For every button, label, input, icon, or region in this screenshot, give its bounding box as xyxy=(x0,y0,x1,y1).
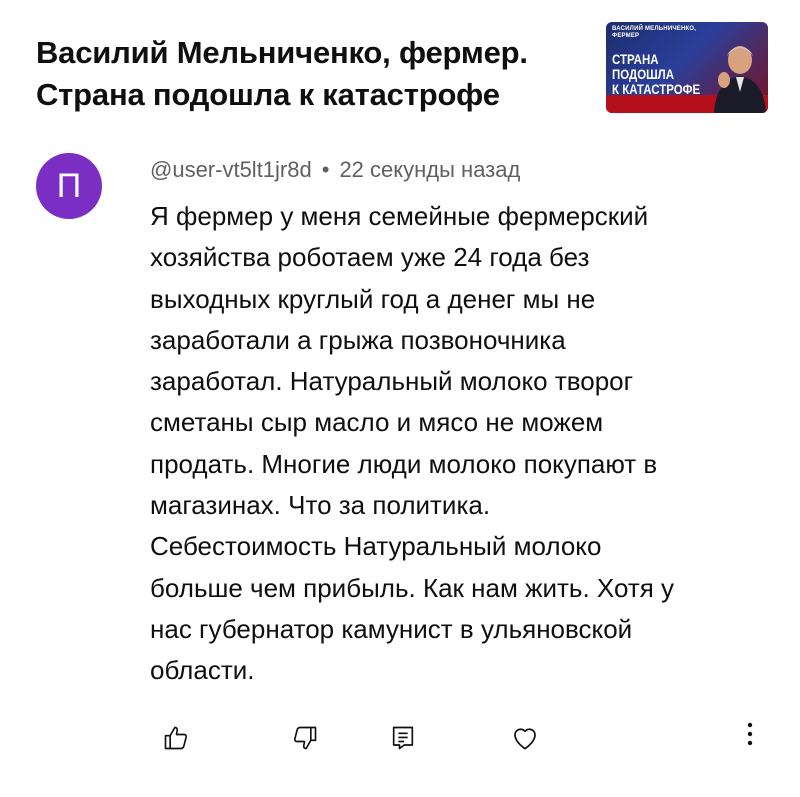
like-button[interactable] xyxy=(156,718,196,758)
dislike-button[interactable] xyxy=(285,718,325,758)
video-header: Василий Мельниченко, фермер. Страна подо… xyxy=(0,0,800,130)
thumbnail-headline: СТРАНА ПОДОШЛА К КАТАСТРОФЕ xyxy=(612,51,701,97)
comment-text: Я фермер у меня семейные фермерский хозя… xyxy=(150,201,675,686)
heart-button[interactable] xyxy=(505,718,545,758)
comment-author[interactable]: @user-vt5lt1jr8d xyxy=(150,157,312,182)
avatar-letter: П xyxy=(56,166,82,205)
comment-timestamp: 22 секунды назад xyxy=(339,157,521,182)
avatar[interactable]: П xyxy=(36,153,102,219)
comment-actions xyxy=(0,712,800,772)
meta-separator: • xyxy=(321,157,330,182)
video-thumbnail[interactable]: ВАСИЛИЙ МЕЛЬНИЧЕНКО, ФЕРМЕР СТРАНА ПОДОШ… xyxy=(606,22,768,113)
video-title[interactable]: Василий Мельниченко, фермер. Страна подо… xyxy=(36,32,596,116)
thumbs-up-icon xyxy=(164,726,188,750)
more-vertical-icon xyxy=(747,722,753,746)
heart-icon xyxy=(514,728,536,750)
reply-button[interactable] xyxy=(383,718,423,758)
thumbnail-person-image xyxy=(714,46,766,113)
reply-icon xyxy=(392,726,414,750)
comment-meta: @user-vt5lt1jr8d • 22 секунды назад xyxy=(150,157,520,183)
more-options-button[interactable] xyxy=(730,714,770,754)
thumbs-down-icon xyxy=(293,726,317,750)
thumbnail-caption: ВАСИЛИЙ МЕЛЬНИЧЕНКО, ФЕРМЕР xyxy=(612,26,697,39)
